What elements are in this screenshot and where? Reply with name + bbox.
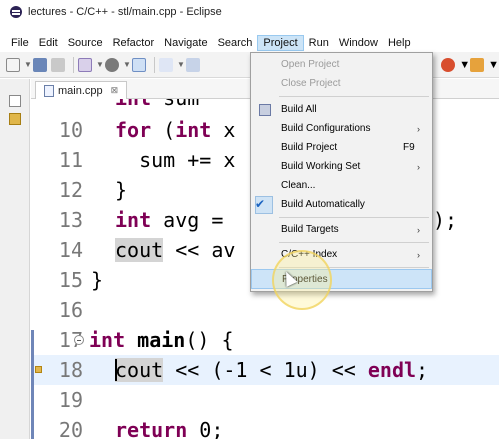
menu-separator [279,242,429,243]
menu-item-open-project[interactable]: Open Project [251,55,432,75]
menu-item-clean[interactable]: Clean... [251,176,432,196]
toolbar-right: ▼ ▼ [441,52,499,78]
code-line: 19 [31,385,499,415]
menu-item-build-automatically[interactable]: ✔ Build Automatically [251,195,432,215]
code-text: int sum [115,99,199,113]
menu-separator [279,217,429,218]
menu-item-build-project[interactable]: Build Project F9 [251,138,432,158]
chevron-right-icon: › [417,250,420,260]
menu-item-build-all[interactable]: Build All [251,100,432,120]
chevron-down-icon[interactable]: ▼ [96,58,104,72]
chevron-down-icon[interactable]: ▼ [177,58,185,72]
menu-item-build-configurations[interactable]: Build Configurations › [251,119,432,139]
code-text: for (int x [115,118,236,142]
code-text: } [91,268,104,292]
code-text: return 0; [115,418,224,439]
line-number: 20 [58,418,83,439]
menu-item-build-targets[interactable]: Build Targets › [251,220,432,240]
tab-main-cpp[interactable]: main.cpp ⊠ [35,81,128,99]
line-number: 13 [58,208,83,232]
menu-edit[interactable]: Edit [34,36,63,50]
fold-collapse-icon[interactable] [74,335,84,345]
line-number: 15 [58,268,83,292]
search-icon[interactable] [441,58,456,72]
code-text-tail: ); [433,208,458,232]
menu-file[interactable]: File [6,36,34,50]
chevron-down-icon[interactable]: ▼ [24,58,32,72]
code-text: cout << av [115,238,236,262]
code-line-current: 18 cout << (-1 < 1u) << endl; [31,355,499,385]
build-config-icon[interactable] [78,57,92,72]
eclipse-logo-icon [10,6,22,18]
chevron-right-icon: › [417,162,420,172]
line-number: 19 [58,388,83,412]
new-project-icon[interactable] [186,57,200,72]
chevron-down-icon[interactable]: ▼ [459,59,470,71]
close-icon[interactable]: ⊠ [111,85,119,96]
tab-label: main.cpp [58,84,103,97]
code-line: 17 int main() { [31,325,499,355]
project-explorer-icon[interactable] [9,113,21,125]
new-class-icon[interactable] [159,57,173,72]
line-number: 14 [58,238,83,262]
menu-item-build-working-set[interactable]: Build Working Set › [251,157,432,177]
code-text: sum += x [115,148,236,172]
menu-separator [279,96,429,97]
menu-bar: File Edit Source Refactor Navigate Searc… [0,34,499,52]
chevron-down-icon[interactable]: ▼ [123,58,131,72]
shortcut-label: F9 [403,142,415,153]
menu-run[interactable]: Run [304,36,334,50]
line-number: 11 [58,148,83,172]
code-text: cout << (-1 < 1u) << endl; [115,358,429,382]
menu-source[interactable]: Source [63,36,108,50]
line-number: 16 [58,298,83,322]
code-text: } [115,178,128,202]
code-line: 20 return 0; [31,415,499,439]
new-file-icon[interactable] [6,57,20,72]
line-number: 12 [58,178,83,202]
line-number: 18 [58,358,83,382]
chevron-down-icon[interactable]: ▼ [488,59,499,71]
menu-window[interactable]: Window [334,36,383,50]
chevron-right-icon: › [417,124,420,134]
menu-help[interactable]: Help [383,36,416,50]
menu-refactor[interactable]: Refactor [108,36,160,50]
menu-item-close-project[interactable]: Close Project [251,74,432,94]
save-icon[interactable] [33,57,47,72]
scope-indicator-bar [31,330,34,439]
line-number: 10 [58,118,83,142]
chevron-right-icon: › [417,225,420,235]
window-title: lectures - C/C++ - stl/main.cpp - Eclips… [28,6,222,18]
code-line: 16 [31,295,499,325]
project-menu-dropdown: Open Project Close Project Build All Bui… [250,52,433,292]
debug-icon[interactable] [132,57,146,72]
check-icon: ✔ [255,197,266,211]
title-bar: lectures - C/C++ - stl/main.cpp - Eclips… [0,0,499,24]
toolbar-separator [73,56,74,73]
menu-project[interactable]: Project [257,35,304,51]
restore-icon[interactable] [9,95,21,107]
build-all-icon [259,104,271,116]
toolbar-separator [154,56,155,73]
code-text: int main() { [89,328,234,352]
left-side-panel [0,79,30,439]
open-resource-icon[interactable] [470,58,485,72]
mouse-highlight-ring [272,250,332,310]
menu-search[interactable]: Search [213,36,258,50]
menu-navigate[interactable]: Navigate [159,36,212,50]
build-hammer-icon[interactable] [105,57,119,72]
cpp-file-icon [44,84,54,97]
text-caret [115,358,117,381]
save-all-icon[interactable] [51,57,65,72]
code-text: int avg = [115,208,236,232]
